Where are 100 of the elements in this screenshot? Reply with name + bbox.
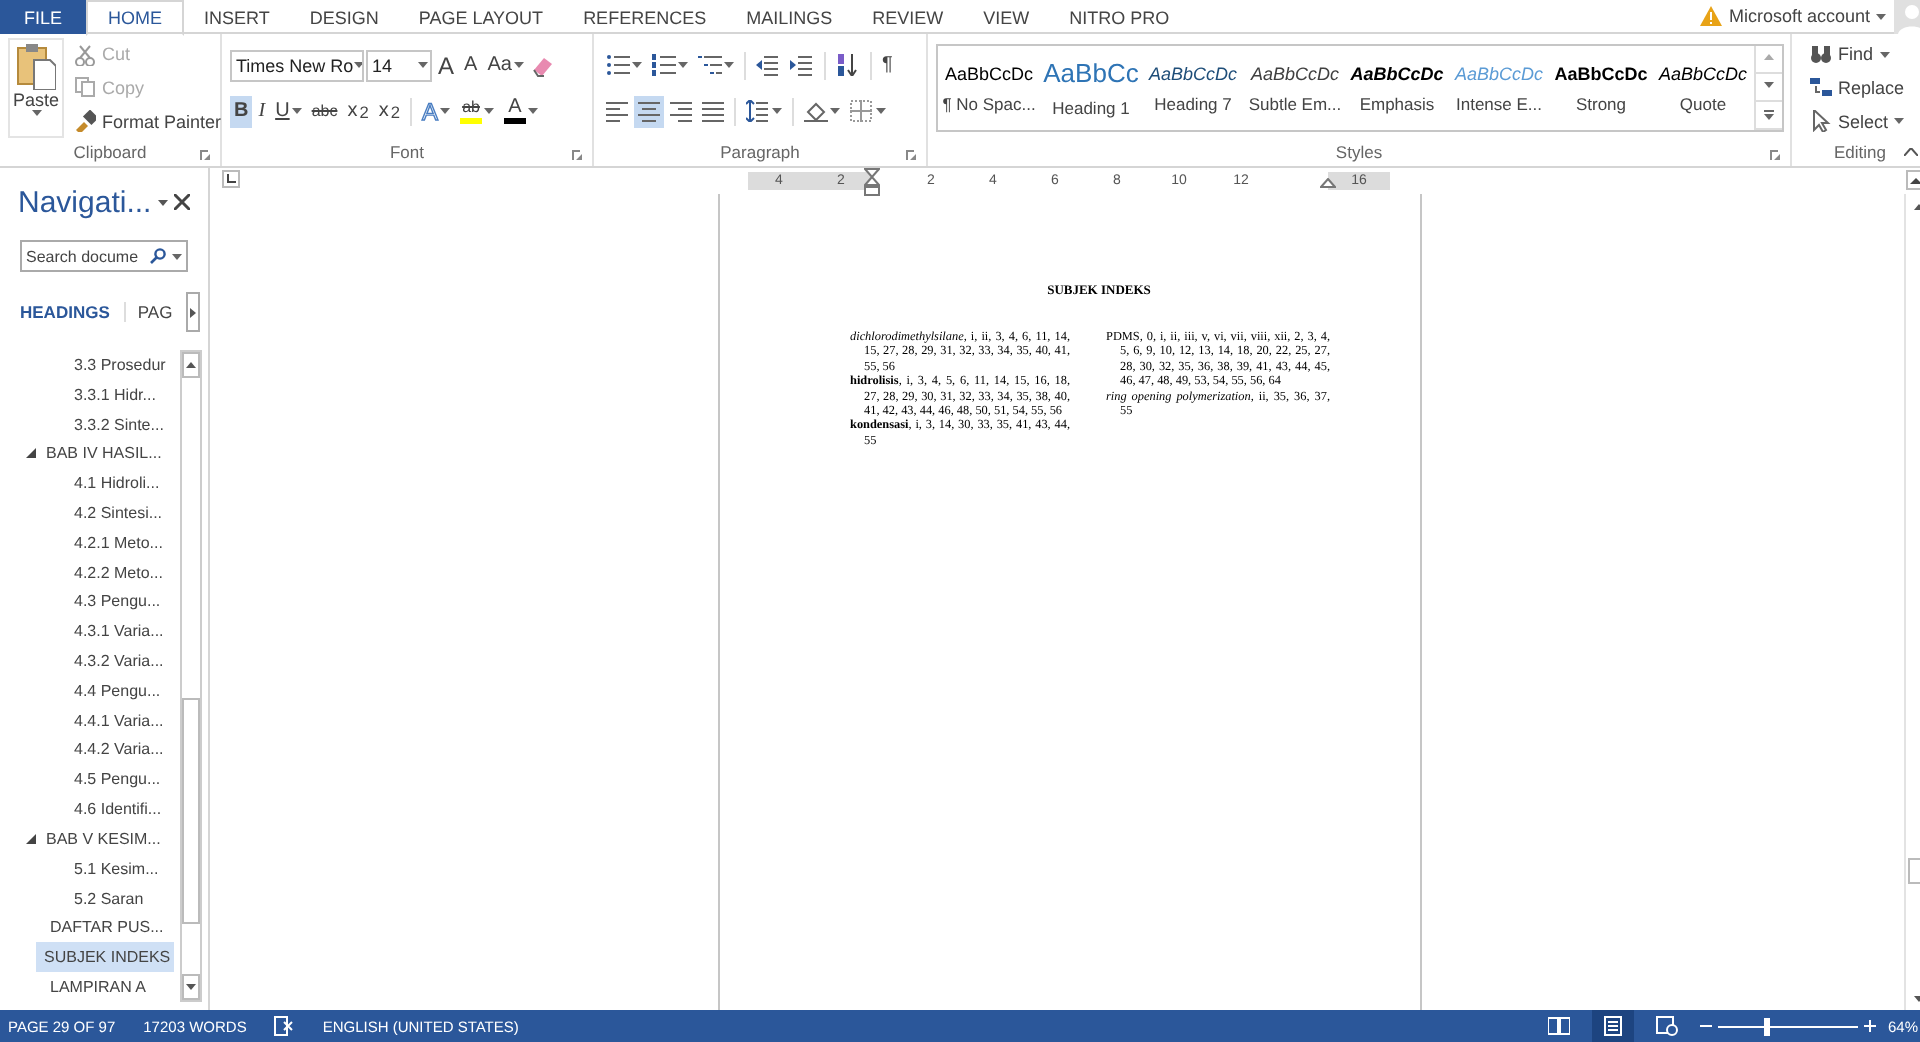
view-print-button[interactable] xyxy=(1591,1010,1634,1042)
scroll-down-icon[interactable] xyxy=(1913,995,1920,1001)
style-option[interactable]: AaBbCcDc Intense E... xyxy=(1448,46,1550,130)
launcher-icon[interactable] xyxy=(200,150,212,162)
heading-item[interactable]: 4.4.2 Varia... xyxy=(0,735,180,765)
eraser-icon[interactable] xyxy=(529,53,554,77)
zoom-in-icon[interactable] xyxy=(1863,1020,1876,1032)
font-color-button[interactable]: A xyxy=(500,95,543,127)
caret-icon xyxy=(484,108,495,114)
caret-icon xyxy=(440,108,451,114)
ribbon-tab[interactable]: REFERENCES xyxy=(563,0,727,34)
scrollbar[interactable] xyxy=(180,350,202,1002)
ruler-toggle-icon[interactable] xyxy=(1906,169,1920,189)
bold-button[interactable]: B xyxy=(230,95,253,127)
pane-tab[interactable]: PAG xyxy=(137,302,187,322)
shrink-font-button[interactable]: A xyxy=(460,49,482,81)
style-option[interactable]: AaBbCcDc Subtle Em... xyxy=(1244,46,1346,130)
heading-item[interactable]: 4.3.2 Varia... xyxy=(0,646,180,676)
scroll-thumb[interactable] xyxy=(182,698,200,925)
find-button[interactable]: Find xyxy=(1806,39,1909,70)
indent-marker-icon[interactable] xyxy=(864,168,880,196)
tab-selector-icon[interactable] xyxy=(222,170,240,188)
paste-button[interactable]: Paste xyxy=(8,38,64,138)
align-center-button[interactable] xyxy=(634,95,664,127)
heading-item[interactable]: 4.2.1 Meto... xyxy=(0,527,180,558)
ribbon-tab[interactable]: MAILINGS xyxy=(726,0,853,34)
more-icon[interactable] xyxy=(1764,110,1774,120)
scroll-down-icon[interactable] xyxy=(186,984,196,990)
expanded-arrow-icon[interactable] xyxy=(26,448,36,459)
zoom-out-icon[interactable] xyxy=(1699,1020,1712,1032)
align-left-icon xyxy=(606,100,628,122)
heading-item[interactable]: LAMPIRAN A xyxy=(0,972,180,1002)
heading-item[interactable]: 4.3 Pengu... xyxy=(0,587,180,617)
scroll-down-icon[interactable] xyxy=(1764,82,1774,92)
heading-item[interactable]: 4.2.2 Meto... xyxy=(0,557,180,587)
search-icon[interactable] xyxy=(150,248,166,264)
pane-tab[interactable]: HEADINGS xyxy=(20,302,126,322)
borders-button[interactable] xyxy=(846,95,890,127)
heading-item[interactable]: 4.3.1 Varia... xyxy=(0,616,180,647)
bullets-button[interactable] xyxy=(602,49,646,81)
font-size-field[interactable]: 14 xyxy=(366,49,432,81)
ribbon-tab[interactable]: VIEW xyxy=(963,0,1050,34)
highlight-button[interactable]: ab xyxy=(456,95,499,127)
scroll-up-icon[interactable] xyxy=(1913,203,1920,209)
heading-item[interactable]: DAFTAR PUS... xyxy=(0,912,180,943)
ribbon-tab[interactable]: PAGE LAYOUT xyxy=(398,0,564,34)
heading-item[interactable]: BAB IV HASIL... xyxy=(0,438,180,469)
heading-item[interactable]: 3.3.1 Hidr... xyxy=(0,379,180,410)
proofing-icon[interactable] xyxy=(274,1016,295,1036)
style-option[interactable]: AaBbCcDc Heading 7 xyxy=(1142,46,1244,130)
search-field[interactable]: Search docume xyxy=(20,240,188,272)
show-formatting-button[interactable]: ¶ xyxy=(878,49,897,81)
expanded-arrow-icon[interactable] xyxy=(26,833,36,844)
caret-icon[interactable] xyxy=(157,199,168,205)
heading-item[interactable]: 4.4.1 Varia... xyxy=(0,705,180,736)
ribbon-tab[interactable]: NITRO PRO xyxy=(1049,0,1190,34)
heading-item[interactable]: 4.1 Hidroli... xyxy=(0,468,180,499)
ribbon-tab[interactable]: REVIEW xyxy=(852,0,964,34)
italic-button[interactable]: I xyxy=(254,95,270,127)
account-button[interactable]: Microsoft account xyxy=(1692,0,1894,32)
more-tabs-button[interactable] xyxy=(186,292,201,332)
select-button[interactable]: Select xyxy=(1806,106,1909,137)
line-spacing-button[interactable] xyxy=(742,95,786,127)
heading-item[interactable]: BAB V KESIM... xyxy=(0,824,180,854)
slider-thumb[interactable] xyxy=(1763,1017,1770,1035)
launcher-icon[interactable] xyxy=(1770,150,1782,162)
heading-item[interactable]: 4.6 Identifi... xyxy=(0,794,180,824)
close-icon[interactable] xyxy=(173,194,190,210)
style-option[interactable]: AaBbCcDc ¶ No Spac... xyxy=(938,46,1040,130)
heading-item[interactable]: 4.5 Pengu... xyxy=(0,764,180,795)
caret-icon[interactable] xyxy=(172,253,182,259)
painter-button[interactable]: Format Painter xyxy=(70,106,226,137)
heading-item[interactable]: 5.1 Kesim... xyxy=(0,853,180,884)
heading-item[interactable]: 5.2 Saran xyxy=(0,883,180,913)
style-option[interactable]: AaBbCc Heading 1 xyxy=(1040,46,1142,130)
group-label: Clipboard xyxy=(73,142,147,162)
launcher-icon[interactable] xyxy=(572,150,584,162)
strike-button[interactable]: abc xyxy=(307,95,342,127)
underline-button[interactable]: U xyxy=(271,95,306,127)
scroll-up-icon[interactable] xyxy=(186,362,196,368)
heading-item[interactable]: 4.4 Pengu... xyxy=(0,675,180,706)
style-option[interactable]: AaBbCcDc Quote xyxy=(1652,46,1754,130)
ribbon-tab[interactable]: HOME xyxy=(86,0,185,36)
style-option[interactable]: AaBbCcDc Emphasis xyxy=(1346,46,1448,130)
heading-item[interactable]: SUBJEK INDEKS xyxy=(36,942,175,973)
grow-font-button[interactable]: A xyxy=(434,49,459,81)
change-case-button[interactable]: Aa xyxy=(483,49,528,81)
file-tab[interactable]: FILE xyxy=(0,0,87,34)
collapse-ribbon-icon[interactable] xyxy=(1904,148,1918,156)
right-indent-marker-icon[interactable] xyxy=(1320,178,1336,188)
heading-item[interactable]: 3.3.2 Sinte... xyxy=(0,409,180,439)
heading-item[interactable]: 4.2 Sintesi... xyxy=(0,498,180,528)
font-name-field[interactable]: Times New Ro xyxy=(230,49,364,81)
numbering-button[interactable] xyxy=(648,49,692,81)
style-option[interactable]: AaBbCcDc Strong xyxy=(1550,46,1652,130)
launcher-icon[interactable] xyxy=(906,150,918,162)
replace-button[interactable]: Replace xyxy=(1806,72,1909,103)
ribbon-tab[interactable]: DESIGN xyxy=(289,0,399,34)
ribbon-tab[interactable]: INSERT xyxy=(184,0,290,34)
heading-item[interactable]: 3.3 Prosedur xyxy=(0,350,180,380)
